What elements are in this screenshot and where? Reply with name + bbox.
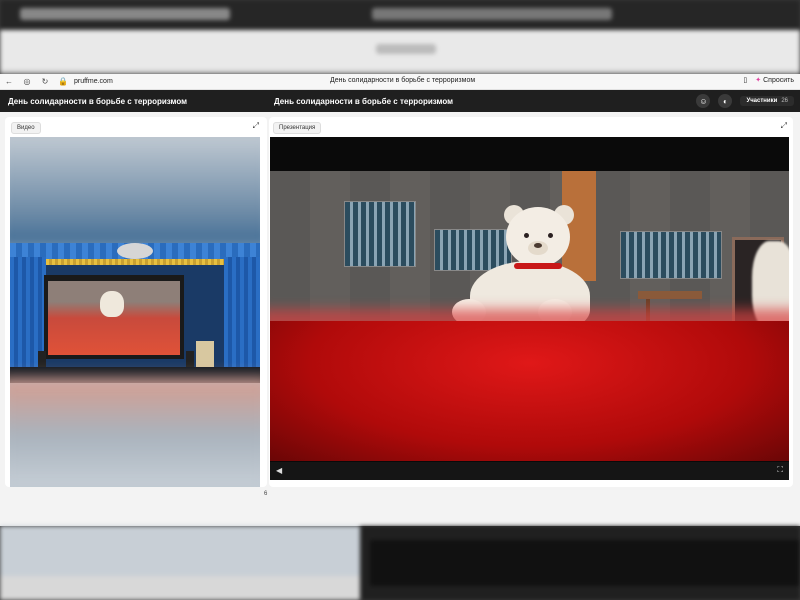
blurred-area xyxy=(0,526,360,576)
play-icon[interactable]: ◀ xyxy=(276,466,282,475)
participants-button[interactable]: Участники 26 xyxy=(740,96,794,106)
expand-icon[interactable]: ⤢ xyxy=(253,121,259,131)
blurred-area xyxy=(10,137,260,249)
teddy-bow xyxy=(514,263,562,269)
browser-address-bar: ← ◎ ↻ 🔒 pruffme.com День солидарности в … xyxy=(0,74,800,90)
home-icon[interactable]: ◎ xyxy=(18,77,36,86)
blurred-area xyxy=(370,540,800,586)
memorial-photos xyxy=(344,201,416,267)
teddy-eye xyxy=(548,233,553,238)
blurred-background-bottom xyxy=(0,526,800,600)
presentation-panel: Презентация ⤢ ◀ ⛶ xyxy=(269,117,793,487)
main-content: Видео ⤢ 6 Презентация ⤢ ◀ ⛶ xyxy=(0,112,800,526)
fullscreen-icon[interactable]: ⛶ xyxy=(777,465,783,475)
table xyxy=(638,291,702,299)
url-text[interactable]: pruffme.com xyxy=(74,78,113,85)
bookmark-icon[interactable]: ▯ xyxy=(743,76,747,84)
reload-icon[interactable]: ↻ xyxy=(36,77,54,86)
blurred-area xyxy=(10,377,260,487)
stage-emblem xyxy=(117,243,153,259)
teddy-bear-small xyxy=(100,291,124,317)
curtain-right xyxy=(224,257,260,383)
projected-image xyxy=(48,281,180,355)
participants-label: Участники xyxy=(746,98,778,104)
teddy-eye xyxy=(524,233,529,238)
blurred-text xyxy=(20,8,230,20)
stage-image xyxy=(10,243,260,383)
participants-count: 26 xyxy=(781,98,788,104)
page-tab-title: День солидарности в борьбе с терроризмом xyxy=(330,77,476,84)
video-stream[interactable] xyxy=(10,137,260,487)
sparkle-icon: ✦ xyxy=(755,77,762,84)
expand-icon[interactable]: ⤢ xyxy=(781,121,787,131)
presentation-label: Презентация xyxy=(273,122,322,134)
lock-icon: 🔒 xyxy=(58,77,68,86)
monitor-screen: ← ◎ ↻ 🔒 pruffme.com День солидарности в … xyxy=(0,74,800,526)
video-corner-number: 6 xyxy=(264,491,268,497)
stage-fringe xyxy=(10,259,260,265)
red-flowers xyxy=(270,321,789,461)
chat-icon[interactable]: ◐ xyxy=(718,94,733,108)
video-label: Видео xyxy=(11,122,41,134)
webinar-title-left: День солидарности в борьбе с терроризмом xyxy=(8,97,188,106)
app-header: День солидарности в борьбе с терроризмом… xyxy=(0,90,800,112)
memorial-photos xyxy=(620,231,722,279)
ask-button[interactable]: ✦ Спросить xyxy=(755,76,794,85)
webinar-title-right: День солидарности в борьбе с терроризмом xyxy=(274,97,454,106)
emoji-icon[interactable]: ☺ xyxy=(696,94,711,108)
teddy-head xyxy=(506,207,570,267)
video-controls: ◀ ⛶ xyxy=(270,462,789,480)
podium xyxy=(196,341,214,367)
speaker xyxy=(186,351,194,367)
blurred-text xyxy=(376,44,436,54)
ask-label: Спросить xyxy=(763,76,794,84)
video-panel: Видео ⤢ 6 xyxy=(5,117,267,497)
teddy-nose xyxy=(534,243,542,248)
blurred-background-top xyxy=(0,0,800,74)
back-arrow-icon[interactable]: ← xyxy=(0,77,18,86)
speaker xyxy=(38,351,46,367)
presentation-video[interactable]: ◀ ⛶ xyxy=(270,137,789,480)
blurred-text xyxy=(372,8,612,20)
memorial-scene xyxy=(270,171,789,461)
